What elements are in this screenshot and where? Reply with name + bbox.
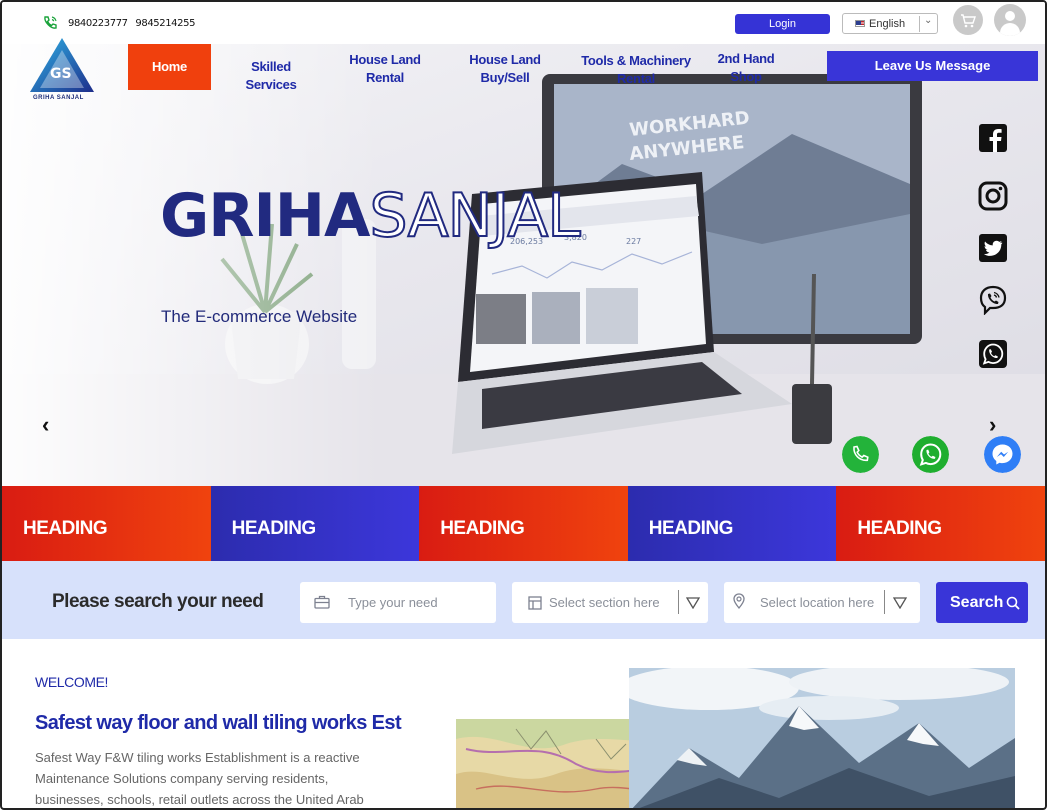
phone-number-1[interactable]: 9840223777	[68, 18, 128, 29]
logo-text: GRIHA SANJAL	[33, 95, 84, 101]
brand-bold: GRIHA	[160, 181, 370, 251]
phone-icon	[44, 16, 57, 29]
nav-home[interactable]: Home	[128, 44, 211, 90]
search-button[interactable]: Search	[936, 582, 1028, 623]
heading-card-5[interactable]: HEADING	[836, 486, 1045, 561]
hero-fade	[2, 44, 382, 487]
search-icon	[1006, 596, 1020, 610]
login-button[interactable]: Login	[735, 14, 830, 34]
content-body: Safest Way F&W tiling works Establishmen…	[35, 750, 364, 807]
user-icon-body	[1000, 23, 1020, 36]
hero-brand: GRIHASANJAL	[160, 174, 582, 258]
brand-light: SANJAL	[368, 180, 581, 252]
carousel-next-arrow[interactable]: ›	[989, 412, 996, 438]
location-pin-icon	[733, 593, 745, 609]
select-divider	[678, 590, 679, 614]
messenger-button[interactable]	[984, 436, 1021, 473]
nav-label-line-1: House Land	[349, 52, 421, 67]
search-button-label: Search	[950, 593, 1004, 611]
griha-sanjal-logo[interactable]: GS	[24, 36, 98, 102]
instagram-icon[interactable]	[978, 181, 1008, 211]
dropdown-triangle-icon	[686, 597, 700, 609]
section-select[interactable]: Select section here	[512, 582, 708, 623]
heading-card-2[interactable]: HEADING	[210, 486, 420, 561]
heading-card-3[interactable]: HEADING	[419, 486, 628, 561]
svg-text:GS: GS	[50, 66, 72, 82]
hero-tagline: The E-commerce Website	[161, 307, 358, 326]
nav-skilled-services[interactable]: Skilled Services	[228, 58, 314, 94]
user-icon	[1005, 11, 1015, 21]
phone-number-2[interactable]: 9845214255	[135, 18, 195, 29]
whatsapp-icon[interactable]	[978, 339, 1008, 369]
language-label: English	[869, 18, 906, 30]
mountain-image	[629, 668, 1015, 808]
need-placeholder: Type your need	[348, 595, 438, 610]
nav-label-line-2: Rental	[617, 71, 655, 86]
briefcase-icon	[314, 595, 330, 609]
page-frame: WORKHARD ANYWHERE 206,253 3,820 227 9840…	[0, 0, 1047, 810]
twitter-icon[interactable]	[978, 233, 1008, 263]
location-select[interactable]: Select location here	[724, 582, 920, 623]
chevron-down-icon: ⌄	[924, 15, 933, 26]
us-flag-icon	[855, 20, 865, 27]
nav-second-hand-shop[interactable]: 2nd Hand Shop	[706, 50, 786, 86]
dropdown-triangle-icon	[893, 597, 907, 609]
laptop-stat-3: 227	[626, 237, 641, 246]
heading-strip: HEADING HEADING HEADING HEADING HEADING	[2, 486, 1045, 561]
section-placeholder: Select section here	[549, 595, 660, 610]
nav-house-land-buy-sell[interactable]: House Land Buy/Sell	[462, 51, 548, 87]
nav-label-line-1: 2nd Hand	[717, 51, 775, 66]
viber-icon[interactable]	[978, 285, 1008, 315]
nav-tools-machinery-rental[interactable]: Tools & Machinery Rental	[576, 52, 696, 88]
leave-message-button[interactable]: Leave Us Message	[827, 51, 1038, 81]
grid-icon	[528, 596, 542, 610]
whatsapp-button[interactable]	[912, 436, 949, 473]
nav-house-land-rental[interactable]: House Land Rental	[342, 51, 428, 87]
cart-icon	[961, 14, 976, 28]
carousel-prev-arrow[interactable]: ‹	[42, 412, 49, 438]
top-bar: 9840223777 9845214255 Login English ⌄	[2, 2, 1045, 44]
phone-numbers: 9840223777 9845214255	[68, 18, 200, 29]
heading-card-4[interactable]: HEADING	[627, 486, 837, 561]
heading-card-1[interactable]: HEADING	[2, 486, 211, 561]
cart-button[interactable]	[953, 5, 983, 35]
nav-label-line-2: Rental	[366, 70, 404, 85]
location-placeholder: Select location here	[760, 595, 875, 610]
nav-label-line-2: Shop	[730, 69, 762, 84]
hero-banner: WORKHARD ANYWHERE 206,253 3,820 227	[2, 44, 1045, 487]
language-select[interactable]: English ⌄	[842, 13, 938, 34]
language-divider	[919, 16, 920, 32]
content-title: Safest way floor and wall tiling works E…	[35, 712, 402, 734]
welcome-label: WELCOME!	[35, 674, 109, 690]
nav-label-line-1: House Land	[469, 52, 541, 67]
main-nav: GS GRIHA SANJAL Home Skilled Services Ho…	[2, 38, 1045, 102]
user-account-button[interactable]	[994, 4, 1026, 36]
facebook-icon[interactable]	[978, 123, 1008, 153]
search-title: Please search your need	[52, 591, 264, 612]
select-divider	[884, 590, 885, 614]
nav-label-line-2: Buy/Sell	[480, 70, 530, 85]
search-bar: Please search your need Type your need S…	[2, 561, 1045, 639]
call-button[interactable]	[842, 436, 879, 473]
need-search-input[interactable]: Type your need	[300, 582, 496, 623]
nav-label-line-1: Tools & Machinery	[581, 53, 691, 68]
